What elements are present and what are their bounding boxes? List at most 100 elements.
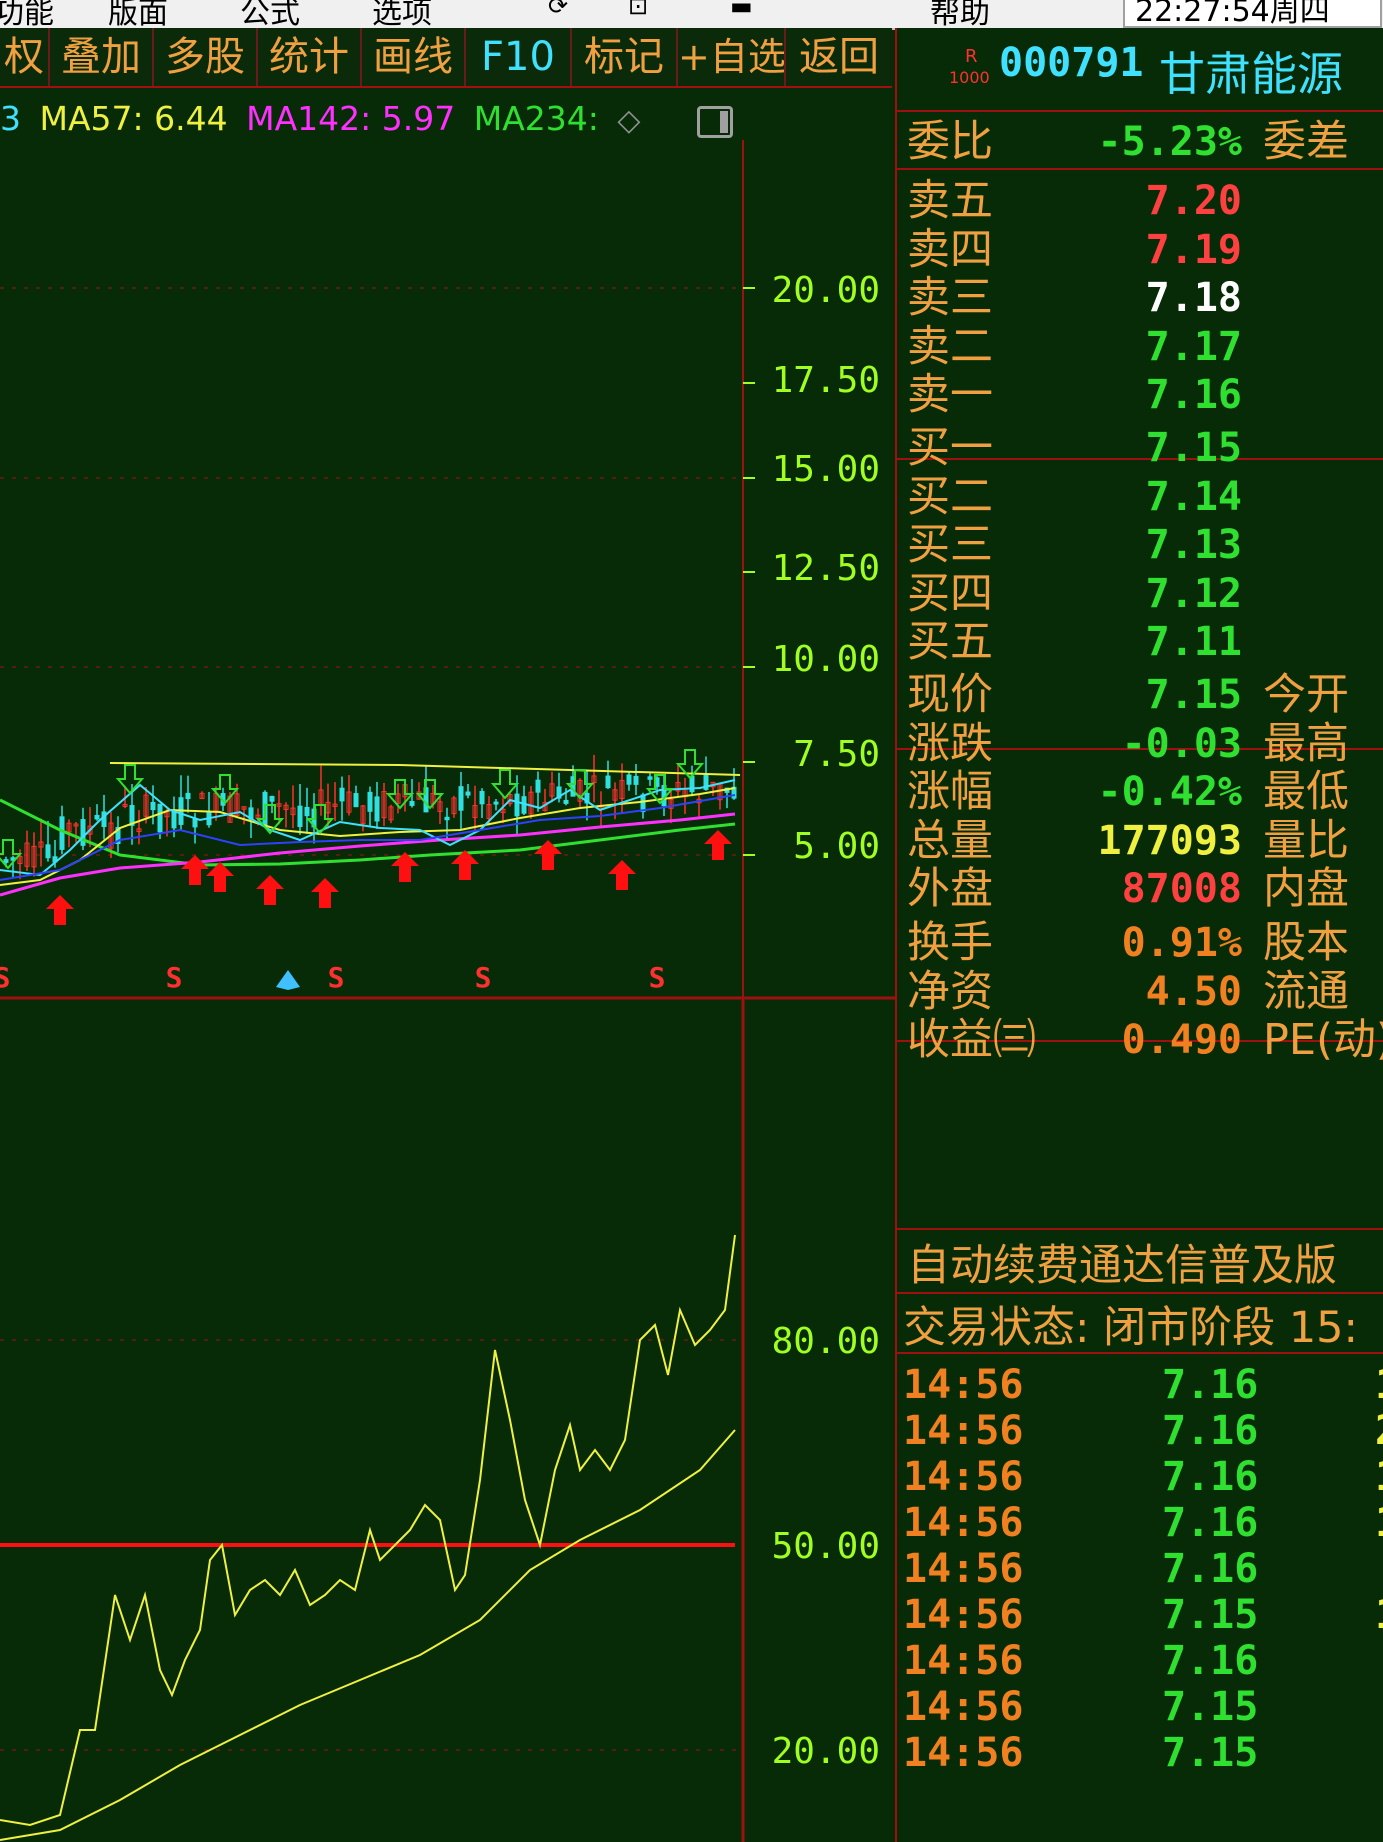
- candle-body: [171, 810, 177, 829]
- buy-arrow-icon: [181, 855, 209, 885]
- quote-panel: R 1000 000791 甘肃能源 委比 -5.23% 委差 自动续费通达信普…: [895, 28, 1383, 1842]
- toolbar-overlay-button[interactable]: 叠加: [50, 28, 154, 86]
- triangle-mark-icon: [276, 970, 300, 990]
- weibi-label: 委比: [907, 117, 993, 167]
- stock-header: R 1000 000791 甘肃能源: [897, 34, 1383, 101]
- toolbar-watchlist-button[interactable]: +自选: [678, 28, 786, 86]
- candle-body: [409, 801, 415, 806]
- ma57-value: MA57: 6.44: [39, 99, 228, 138]
- candle-body: [493, 801, 499, 805]
- tick-row: 14:56 7.15: [897, 1726, 1383, 1780]
- tick-time: 14:56: [903, 1730, 1024, 1776]
- candle-body: [563, 799, 569, 804]
- buy-level-5: 买五 7.11: [897, 614, 1383, 670]
- badge-r: R: [965, 46, 978, 67]
- candle-body: [374, 796, 380, 822]
- candle-body: [59, 816, 65, 850]
- toolbar-mark-button[interactable]: 标记: [572, 28, 678, 86]
- quote-row-4-label: 外盘: [907, 864, 993, 914]
- window-icon[interactable]: ⊡: [628, 0, 648, 20]
- tool-icon[interactable]: ⟳: [548, 0, 568, 20]
- candle-body: [514, 793, 520, 817]
- diamond-icon[interactable]: ◇: [617, 103, 640, 138]
- quote-row-4-label2: 内盘: [1263, 864, 1349, 914]
- stock-name[interactable]: 甘肃能源: [1159, 38, 1343, 104]
- candle-body: [458, 786, 464, 811]
- candle-body: [367, 791, 373, 812]
- indicator-slow-line: [0, 1429, 736, 1841]
- candle-body: [535, 779, 541, 793]
- sell-level-1: 卖一 7.16: [897, 367, 1383, 423]
- sell-arrow-icon: [0, 839, 23, 870]
- indicator-chart[interactable]: 80.00 50.00 20.00: [0, 1000, 895, 1842]
- menu-function[interactable]: 功能: [0, 0, 54, 28]
- ma142-value: MA142: 5.97: [246, 99, 456, 138]
- fundamental-row-2-value: 0.490: [1121, 1017, 1242, 1063]
- candle-body: [339, 787, 345, 802]
- buy-arrow-icon: [206, 862, 234, 892]
- signal-s-mark: S: [475, 961, 492, 994]
- quote-row-4: 外盘 87008 内盘: [897, 861, 1383, 917]
- sell-level-1-label: 卖一: [907, 370, 993, 420]
- chart-toolbar: 权 叠加 多股 统计 画线 F10 标记 +自选 返回: [0, 28, 892, 88]
- notice-text[interactable]: 自动续费通达信普及版: [907, 1236, 1337, 1296]
- candle-body: [640, 794, 646, 813]
- price-axis-label: 17.50: [772, 360, 880, 401]
- candle-body: [479, 790, 485, 805]
- price-axis-label: 10.00: [772, 639, 880, 680]
- ma-legend: 3 MA57: 6.44 MA142: 5.97 MA234: ◇: [0, 94, 648, 144]
- quote-row-4-value: 87008: [1121, 866, 1242, 912]
- indicator-axis-label: 20.00: [772, 1731, 880, 1772]
- candle-body: [633, 775, 639, 785]
- toolbar-f10-button[interactable]: F10: [466, 28, 572, 86]
- candle-body: [465, 791, 471, 796]
- menu-formula[interactable]: 公式: [240, 0, 300, 28]
- candle-body: [353, 793, 359, 808]
- toolbar-back-button[interactable]: 返回: [786, 28, 892, 86]
- toolbar-stats-button[interactable]: 统计: [258, 28, 362, 86]
- buy-arrow-icon: [311, 878, 339, 908]
- candle-body: [605, 775, 611, 789]
- signal-s-mark: S: [649, 961, 666, 994]
- indicator-axis-label: 80.00: [772, 1321, 880, 1362]
- candle-body: [304, 806, 310, 817]
- buy-arrow-icon: [46, 895, 74, 925]
- panel-toggle-icon[interactable]: [697, 106, 733, 138]
- minimize-icon[interactable]: ▬: [730, 0, 753, 20]
- ma234-value: MA234:: [473, 99, 599, 138]
- stock-code[interactable]: 000791: [999, 40, 1144, 86]
- candle-body: [185, 792, 191, 800]
- kline-chart[interactable]: 20.00 17.50 15.00 12.50 10.00 7.50 5.00 …: [0, 140, 895, 1000]
- buy-arrow-icon: [608, 860, 636, 890]
- sell-level-1-value: 7.16: [1145, 372, 1242, 418]
- badge-level: 1000: [949, 68, 990, 87]
- sell-arrow-icon: [490, 769, 520, 800]
- trade-status: 交易状态: 闭市阶段 15:: [903, 1303, 1359, 1353]
- buy-level-5-label: 买五: [907, 617, 993, 667]
- weicha-label: 委差: [1263, 117, 1349, 167]
- clock-text: 22:27:54周四: [1135, 0, 1330, 28]
- tick-price: 7.15: [1162, 1730, 1259, 1776]
- buy-level-5-value: 7.11: [1145, 619, 1242, 665]
- candle-body: [297, 805, 303, 828]
- fundamental-row-2-label2: PE(动): [1263, 1015, 1383, 1065]
- candle-body: [269, 795, 275, 802]
- price-axis-label: 20.00: [772, 270, 880, 311]
- candle-body: [157, 803, 163, 833]
- signal-s-mark: S: [166, 961, 183, 994]
- price-axis-label: 7.50: [793, 734, 880, 775]
- candle-body: [45, 844, 51, 859]
- buy-arrow-icon: [256, 875, 284, 905]
- menu-help[interactable]: 帮助: [930, 0, 990, 28]
- toolbar-rights-button[interactable]: 权: [0, 28, 50, 86]
- candle-body: [626, 774, 632, 785]
- indicator-fast-line: [0, 1234, 736, 1827]
- price-axis-label: 5.00: [793, 826, 880, 867]
- signal-s-mark: S: [328, 961, 345, 994]
- toolbar-multistock-button[interactable]: 多股: [154, 28, 258, 86]
- candle-body: [444, 816, 450, 821]
- toolbar-draw-button[interactable]: 画线: [362, 28, 466, 86]
- indicator-axis-label: 50.00: [772, 1526, 880, 1567]
- menu-layout[interactable]: 版面: [108, 0, 168, 28]
- menu-options[interactable]: 选项: [372, 0, 432, 28]
